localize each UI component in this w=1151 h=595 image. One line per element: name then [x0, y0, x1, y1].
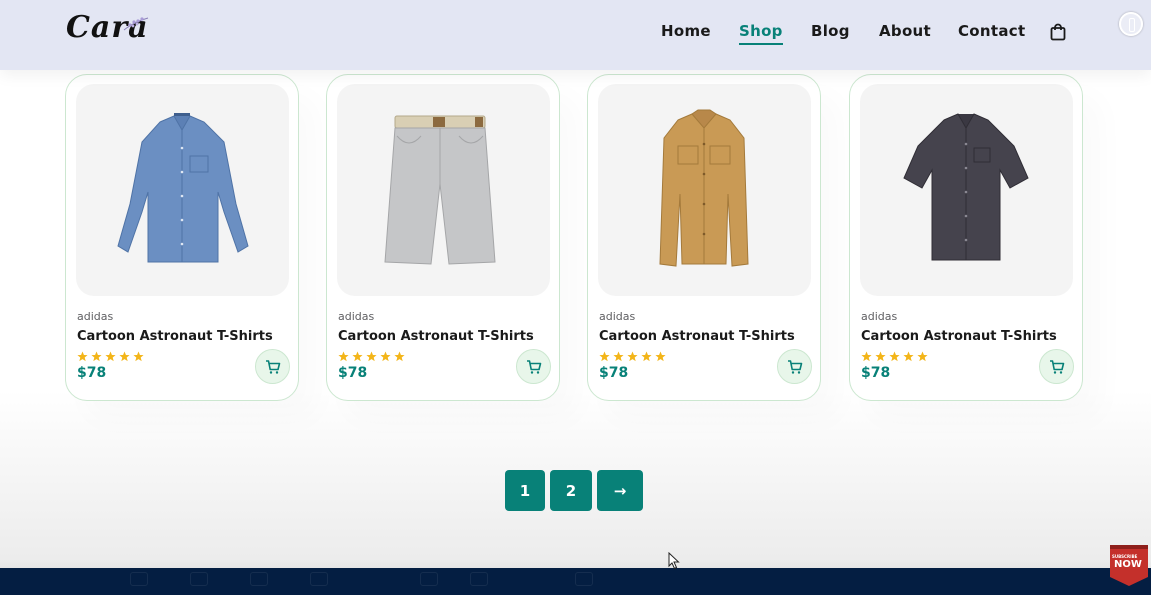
product-name: Cartoon Astronaut T-Shirts — [599, 329, 795, 344]
mouse-cursor-icon — [668, 552, 680, 570]
star-icon — [627, 351, 638, 362]
add-to-cart-button[interactable] — [255, 349, 290, 384]
overlay-info-icon[interactable] — [1119, 12, 1143, 36]
add-to-cart-button[interactable] — [777, 349, 812, 384]
product-rating — [338, 347, 408, 362]
cart-icon — [527, 360, 542, 374]
product-name: Cartoon Astronaut T-Shirts — [77, 329, 273, 344]
product-price: $78 — [338, 365, 368, 381]
decor-icon — [250, 572, 268, 586]
product-rating — [861, 347, 931, 362]
star-icon — [917, 351, 928, 362]
star-icon — [91, 351, 102, 362]
star-icon — [119, 351, 130, 362]
nav-shop[interactable]: Shop — [739, 22, 783, 45]
star-icon — [105, 351, 116, 362]
star-icon — [599, 351, 610, 362]
product-name: Cartoon Astronaut T-Shirts — [338, 329, 534, 344]
shopping-bag-icon[interactable] — [1049, 23, 1067, 41]
star-icon — [875, 351, 886, 362]
subscribe-now-label: NOW — [1114, 559, 1142, 570]
product-image[interactable] — [860, 84, 1073, 296]
star-icon — [394, 351, 405, 362]
star-icon — [380, 351, 391, 362]
add-to-cart-button[interactable] — [516, 349, 551, 384]
next-page-button[interactable]: → — [597, 470, 643, 511]
nav-contact[interactable]: Contact — [958, 22, 1025, 40]
arrow-right-icon: → — [613, 481, 627, 500]
decor-icon — [130, 572, 148, 586]
main-nav: Home Shop Blog About Contact — [0, 22, 1151, 46]
tan-jacket-icon — [659, 109, 749, 267]
star-icon — [352, 351, 363, 362]
product-image[interactable] — [76, 84, 289, 296]
nav-blog[interactable]: Blog — [811, 22, 850, 40]
cart-icon — [266, 360, 281, 374]
decor-icon — [190, 572, 208, 586]
nav-home[interactable]: Home — [661, 22, 711, 40]
product-brand: adidas — [77, 310, 114, 323]
star-icon — [366, 351, 377, 362]
site-header: Cara Home Shop Blog About Contact — [0, 0, 1151, 70]
star-icon — [861, 351, 872, 362]
product-price: $78 — [861, 365, 891, 381]
product-card[interactable]: adidas Cartoon Astronaut T-Shirts $78 — [849, 74, 1083, 401]
grey-shorts-icon — [384, 115, 496, 265]
star-icon — [338, 351, 349, 362]
dark-shirt-icon — [903, 113, 1029, 261]
star-icon — [133, 351, 144, 362]
product-image[interactable] — [598, 84, 811, 296]
star-icon — [889, 351, 900, 362]
decor-icon — [470, 572, 488, 586]
star-icon — [655, 351, 666, 362]
nav-about[interactable]: About — [879, 22, 931, 40]
star-icon — [641, 351, 652, 362]
product-rating — [599, 347, 669, 362]
blue-shirt-icon — [117, 113, 249, 263]
product-name: Cartoon Astronaut T-Shirts — [861, 329, 1057, 344]
star-icon — [77, 351, 88, 362]
product-brand: adidas — [599, 310, 636, 323]
page-1-button[interactable]: 1 — [505, 470, 545, 511]
cart-icon — [788, 360, 803, 374]
product-brand: adidas — [861, 310, 898, 323]
decor-icon — [310, 572, 328, 586]
star-icon — [613, 351, 624, 362]
decor-icon — [575, 572, 593, 586]
product-card[interactable]: adidas Cartoon Astronaut T-Shirts $78 — [326, 74, 560, 401]
product-rating — [77, 347, 147, 362]
product-image[interactable] — [337, 84, 550, 296]
product-price: $78 — [77, 365, 107, 381]
cart-icon — [1050, 360, 1065, 374]
product-price: $78 — [599, 365, 629, 381]
product-card[interactable]: adidas Cartoon Astronaut T-Shirts $78 — [65, 74, 299, 401]
star-icon — [903, 351, 914, 362]
add-to-cart-button[interactable] — [1039, 349, 1074, 384]
newsletter-section — [0, 568, 1151, 595]
product-brand: adidas — [338, 310, 375, 323]
decor-icon — [420, 572, 438, 586]
product-card[interactable]: adidas Cartoon Astronaut T-Shirts $78 — [587, 74, 821, 401]
subscribe-now-badge[interactable]: SUBSCRIBE NOW — [1108, 543, 1150, 587]
page-2-button[interactable]: 2 — [550, 470, 592, 511]
